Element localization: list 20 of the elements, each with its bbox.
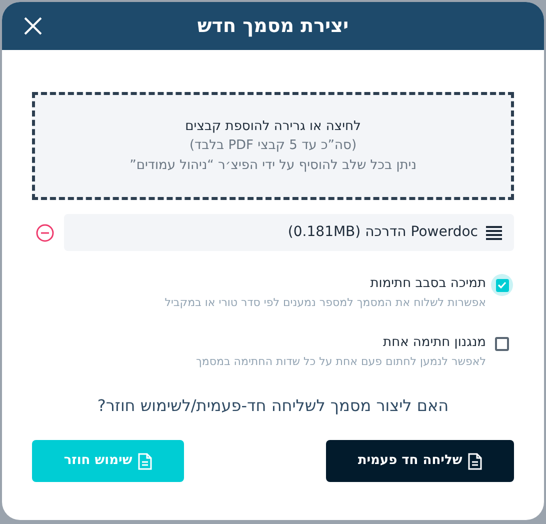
- dropzone-hint: ניתן בכל שלב להוסיף על ידי הפיצ׳ר “ניהול עמודים”: [130, 156, 416, 175]
- send-once-button[interactable]: שליחה חד פעמית: [326, 440, 514, 482]
- option-label: תמיכה בסבב חתימות: [369, 275, 486, 293]
- document-icon: [138, 452, 152, 470]
- option-description: אפשרות לשלוח את המסמך למספר נמענים לפי סדר טורי או במקביל: [164, 295, 486, 311]
- file-item[interactable]: Powerdoc הדרכה (0.181MB): [64, 214, 514, 251]
- file-dropzone[interactable]: לחיצה או גרירה להוספת קבצים (סה”כ עד 5 קבצי PDF בלבד) ניתן בכל שלב להוסיף על ידי הפיצ׳ר “ניהול עמודים”: [32, 92, 514, 200]
- check-icon: [497, 280, 507, 290]
- file-name: Powerdoc הדרכה (0.181MB): [288, 223, 478, 242]
- document-icon: [468, 452, 482, 470]
- dropzone-heading: לחיצה או גרירה להוספת קבצים: [185, 118, 361, 136]
- question-text: האם ליצור מסמך לשליחה חד-פעמית/לשימוש חוזר?: [96, 395, 450, 417]
- option-description: לאפשר לנמען לחתום פעם אחת על כל שדות החתימה במסמך: [196, 354, 486, 370]
- close-button[interactable]: [22, 15, 44, 37]
- dialog-title: יצירת מסמך חדש: [197, 14, 349, 39]
- dropzone-limit: (סה”כ עד 5 קבצי PDF בלבד): [189, 137, 357, 156]
- option-label: מנגנון חתימה אחת: [382, 334, 486, 352]
- remove-icon[interactable]: [36, 224, 54, 242]
- drag-handle-icon[interactable]: [486, 226, 502, 240]
- checkbox[interactable]: [491, 274, 513, 296]
